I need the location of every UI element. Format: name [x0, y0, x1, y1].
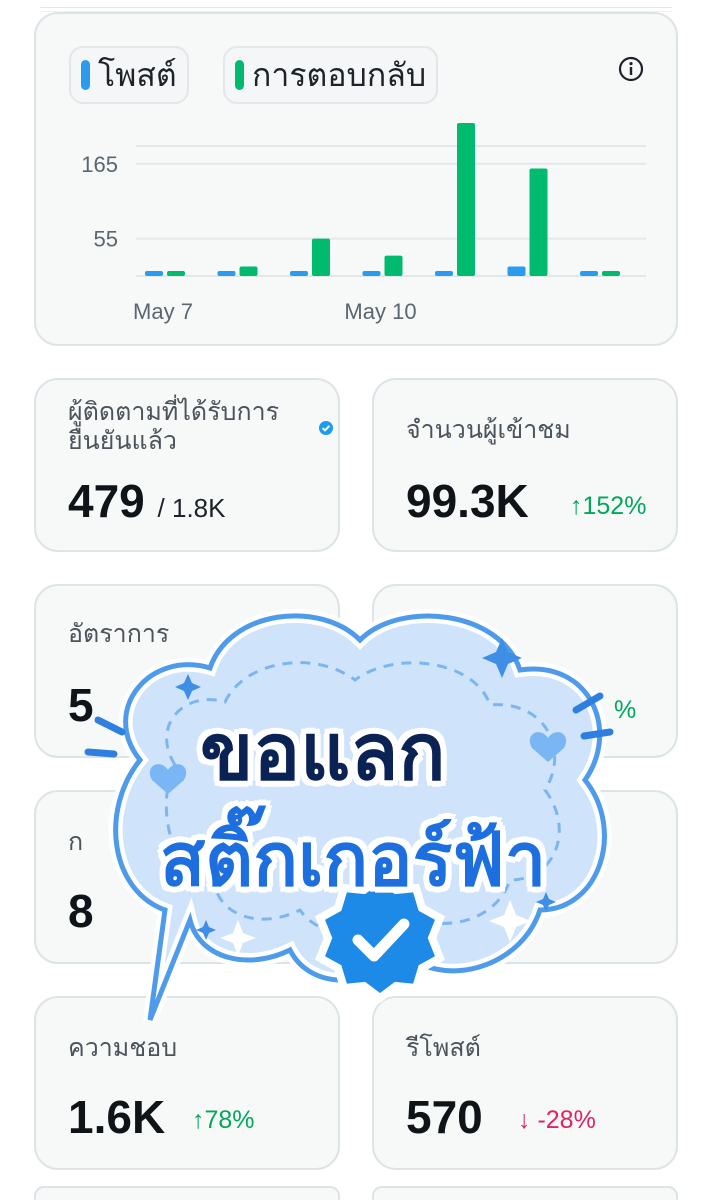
replies-swatch — [235, 60, 244, 90]
legend-posts-toggle[interactable]: โพสต์ — [69, 46, 189, 104]
arrow-up-icon: ↑ — [570, 492, 583, 520]
x-tick-label: May 10 — [344, 299, 416, 324]
bar-replies — [602, 271, 620, 276]
y-tick-label: 165 — [81, 152, 118, 177]
likes-change-value: 78% — [204, 1106, 255, 1134]
bar-replies — [384, 255, 403, 276]
arrow-up-icon: ↑ — [192, 1106, 205, 1134]
reposts-change: ↓ -28% — [518, 1106, 596, 1135]
emphasis-lines-left — [84, 716, 126, 758]
legend-replies-label: การตอบกลับ — [252, 56, 427, 93]
impressions-label: จำนวนผู้เข้าชม — [406, 416, 571, 444]
legend-posts-label: โพสต์ — [98, 56, 177, 93]
x-tick-label: May 7 — [133, 299, 193, 324]
y-tick-label: 55 — [94, 227, 118, 252]
bar-posts — [145, 271, 163, 276]
top-divider — [40, 7, 672, 8]
impressions-value: 99.3K — [406, 475, 529, 527]
posts-swatch — [81, 60, 90, 90]
impressions-card[interactable]: จำนวนผู้เข้าชม 99.3K ↑152% — [372, 378, 678, 552]
verified-badge-icon — [319, 421, 333, 435]
bar-replies — [457, 123, 475, 276]
verified-followers-value: 479 / 1.8K — [68, 474, 225, 528]
sticker-text-line-2: สติ๊กเกอร์ฟ้า — [160, 817, 547, 903]
bar-posts — [580, 271, 598, 276]
verified-followers-label: ผู้ติดตามที่ได้รับการยืนยันแล้ว — [68, 398, 280, 455]
reposts-value: 570 — [406, 1091, 483, 1143]
bar-replies — [239, 266, 258, 276]
likes-label: ความชอบ — [68, 1034, 178, 1062]
bar-replies — [529, 168, 548, 276]
bar-posts — [362, 271, 381, 276]
verified-count: 479 — [68, 475, 145, 527]
bar-replies — [167, 271, 185, 276]
impressions-change: ↑152% — [570, 492, 646, 521]
verified-followers-card[interactable]: ผู้ติดตามที่ได้รับการยืนยันแล้ว 479 / 1.… — [34, 378, 340, 552]
legend-replies-toggle[interactable]: การตอบกลับ — [223, 46, 439, 104]
next-card-peek-right — [372, 1186, 678, 1200]
bar-posts — [507, 266, 526, 276]
bar-replies — [312, 238, 330, 276]
next-card-peek-left — [34, 1186, 340, 1200]
bar-posts — [217, 271, 236, 276]
bar-posts — [290, 271, 308, 276]
likes-change: ↑78% — [192, 1106, 255, 1135]
reposts-change-value: -28% — [537, 1106, 596, 1134]
followers-total: / 1.8K — [157, 493, 226, 523]
impressions-change-value: 152% — [582, 492, 647, 520]
activity-chart-card: 55 165 May 7 May 10 โพสต์ การตอบกลับ — [34, 12, 678, 346]
arrow-down-icon: ↓ — [518, 1106, 531, 1134]
bar-posts — [435, 271, 453, 276]
sticker-text-line-1: ขอแลก — [200, 708, 446, 798]
info-icon[interactable] — [618, 56, 644, 82]
likes-value: 1.6K — [68, 1091, 166, 1143]
reposts-label: รีโพสต์ — [406, 1034, 481, 1062]
